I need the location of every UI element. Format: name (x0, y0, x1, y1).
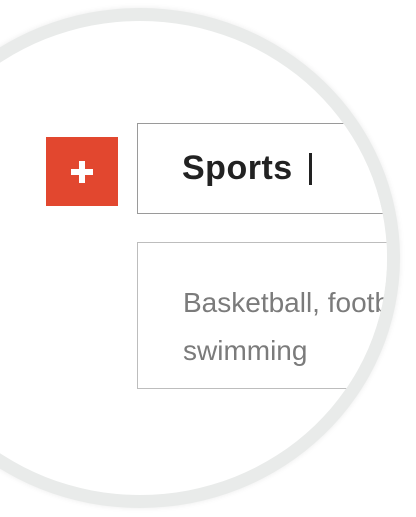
plus-icon (71, 160, 93, 183)
category-editor: Sports Basketball, football, swimming (0, 21, 387, 495)
category-title-input[interactable]: Sports (137, 123, 387, 214)
add-category-button[interactable] (46, 137, 118, 206)
magnifier-view: Sports Basketball, football, swimming (0, 0, 416, 517)
category-description-input[interactable]: Basketball, football, swimming (137, 242, 387, 389)
text-cursor (308, 152, 312, 185)
category-title-text: Sports (182, 149, 293, 187)
magnifier-lens: Sports Basketball, football, swimming (0, 21, 387, 495)
